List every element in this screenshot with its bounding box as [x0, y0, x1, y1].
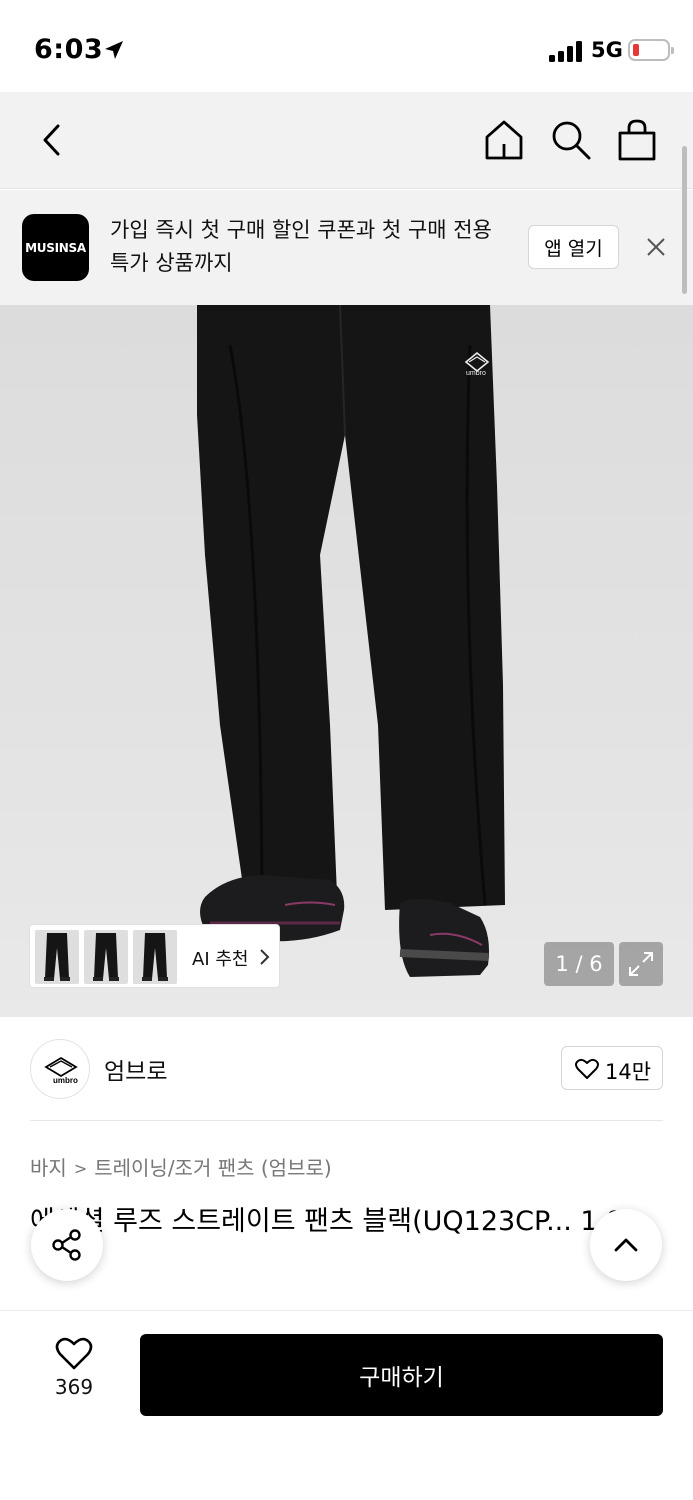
- divider: [30, 1120, 663, 1121]
- chevron-right-icon: >: [73, 1159, 88, 1178]
- battery-icon: [628, 39, 674, 61]
- image-counter: 1 / 6: [544, 942, 614, 986]
- chevron-up-icon: [614, 1238, 638, 1252]
- location-arrow-icon: [105, 41, 123, 59]
- shopping-bag-icon[interactable]: [617, 119, 657, 161]
- bottom-action-bar: 369 구매하기: [0, 1310, 693, 1500]
- umbro-logo-text: umbro: [466, 370, 486, 377]
- banner-message: 가입 즉시 첫 구매 할인 쿠폰과 첫 구매 전용 특가 상품까지: [110, 218, 492, 275]
- product-title: 에센셜 루즈 스트레이트 팬츠 블랙(UQ123CP... 1 8): [30, 1206, 634, 1237]
- product-photo[interactable]: umbro: [0, 305, 693, 1017]
- brand-like-count: 14만: [605, 1060, 652, 1084]
- wishlist-button[interactable]: 369: [42, 1337, 106, 1407]
- brand-logo[interactable]: umbro: [30, 1039, 90, 1099]
- open-app-button[interactable]: 앱 열기: [528, 225, 619, 269]
- ai-thumbnail[interactable]: [133, 930, 177, 984]
- musinsa-app-logo: MUSINSA: [22, 214, 89, 281]
- chevron-right-icon: [260, 949, 270, 965]
- heart-icon: [55, 1337, 93, 1370]
- wishlist-count: 369: [54, 1375, 94, 1399]
- back-icon[interactable]: [36, 120, 70, 160]
- status-bar: 6:03 5G: [0, 0, 693, 92]
- network-type: 5G: [591, 38, 623, 62]
- heart-icon: [575, 1058, 599, 1079]
- brand-row: umbro 엄브로 14만: [0, 1017, 693, 1121]
- buy-button[interactable]: 구매하기: [140, 1334, 663, 1416]
- share-button[interactable]: [31, 1209, 103, 1281]
- breadcrumb-subcategory[interactable]: 트레이닝/조거 팬츠 (엄브로): [94, 1156, 331, 1180]
- ai-thumbnail[interactable]: [84, 930, 128, 984]
- umbro-diamond-icon: umbro: [44, 1056, 78, 1085]
- ai-recommend-button[interactable]: AI 추천: [29, 924, 280, 988]
- brand-logo-text: umbro: [53, 1076, 78, 1085]
- search-icon[interactable]: [550, 119, 592, 161]
- breadcrumb: 바지 > 트레이닝/조거 팬츠 (엄브로): [30, 1152, 332, 1181]
- product-image-gallery[interactable]: umbro AI 추천 1 / 6: [0, 305, 693, 1017]
- product-title-container: 에센셜 루즈 스트레이트 팬츠 블랙(UQ123CP... 1 8): [30, 1200, 663, 1282]
- brand-like-button[interactable]: 14만: [561, 1046, 663, 1090]
- ai-thumbnail[interactable]: [35, 930, 79, 984]
- signal-icon: [549, 41, 582, 62]
- ai-recommend-label: AI 추천: [192, 949, 249, 970]
- brand-name[interactable]: 엄브로: [104, 1052, 167, 1086]
- nav-bar: [0, 92, 693, 189]
- breadcrumb-category[interactable]: 바지: [30, 1156, 67, 1180]
- expand-icon[interactable]: [619, 942, 663, 986]
- status-time: 6:03: [34, 34, 104, 65]
- scroll-to-top-button[interactable]: [590, 1209, 662, 1281]
- close-icon[interactable]: [644, 235, 668, 259]
- home-icon[interactable]: [483, 118, 525, 162]
- app-install-banner: MUSINSA 가입 즉시 첫 구매 할인 쿠폰과 첫 구매 전용 특가 상품까…: [0, 190, 693, 305]
- share-icon: [52, 1229, 81, 1261]
- scrollbar[interactable]: [682, 146, 687, 294]
